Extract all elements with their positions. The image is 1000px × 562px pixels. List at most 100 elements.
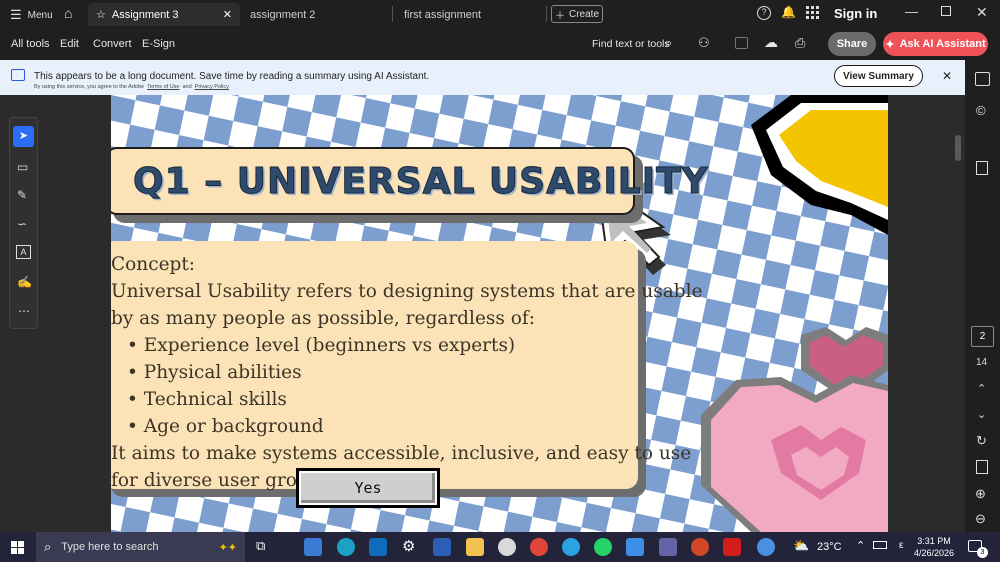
hamburger-icon: ☰ (10, 7, 22, 22)
next-page-icon[interactable]: ⌄ (977, 408, 986, 421)
tab-first-assignment[interactable]: first assignment (404, 3, 544, 26)
edit-menu[interactable]: Edit (60, 38, 79, 50)
file-explorer-icon[interactable] (466, 538, 484, 556)
outlook-icon[interactable] (369, 538, 387, 556)
comment-icon[interactable]: ▭ (17, 160, 28, 174)
title-bar: ☰ Menu ⌂ ☆ Assignment 3 ✕ assignment 2 f… (0, 0, 1000, 28)
ai-summary-banner: This appears to be a long document. Save… (0, 60, 965, 95)
comments-icon[interactable]: © (976, 103, 986, 118)
main-toolbar: All tools Edit Convert E-Sign Find text … (0, 28, 1000, 60)
clock-date: 4/26/2026 (914, 548, 955, 558)
task-view-icon[interactable]: ⧉ (256, 538, 265, 554)
close-tab-icon[interactable]: ✕ (223, 8, 232, 21)
ai-summary-icon (11, 69, 25, 81)
weather-temperature[interactable]: 23°C (817, 541, 842, 553)
terms-link[interactable]: Terms of Use (147, 84, 179, 90)
powerpoint-icon[interactable] (691, 538, 709, 556)
all-tools-menu[interactable]: All tools (11, 38, 50, 50)
clock-time: 3:31 PM (917, 536, 951, 546)
tab-assignment-2[interactable]: assignment 2 (250, 3, 390, 26)
sign-in-button[interactable]: Sign in (834, 6, 877, 21)
upload-cloud-icon[interactable]: ☁ (764, 34, 778, 51)
minimize-icon[interactable]: — (905, 4, 918, 19)
total-pages: 14 (976, 357, 988, 368)
extract-page-icon[interactable] (976, 460, 988, 474)
apps-grid-icon[interactable] (806, 6, 819, 19)
create-label: Create (568, 8, 599, 20)
esign-menu[interactable]: E-Sign (142, 38, 175, 50)
document-viewport: ➤ ▭ ✎ ∽ A ✍ ⋯ Q1 – UNIVERSAL USABILITY C… (0, 95, 965, 532)
ai-assistant-icon: ✦ (885, 38, 895, 51)
close-window-icon[interactable]: ✕ (976, 4, 988, 21)
weather-icon[interactable]: ⛅ (793, 538, 809, 554)
criteria-text: Experience level (beginners vs experts) (143, 335, 516, 356)
help-app-icon[interactable] (757, 538, 775, 556)
photos-icon[interactable] (626, 538, 644, 556)
right-rail: © 2 14 ⌃ ⌄ ↻ ⊕ ⊖ (965, 60, 1000, 532)
chrome-icon[interactable] (530, 538, 548, 556)
zoom-out-icon[interactable]: ⊖ (975, 511, 986, 527)
tab-assignment-3[interactable]: ☆ Assignment 3 ✕ (88, 3, 240, 26)
tray-chevron-icon[interactable]: ⌃ (856, 539, 865, 552)
select-tool-icon[interactable]: ➤ (13, 126, 34, 147)
print-icon[interactable]: ⎙ (795, 35, 805, 51)
bell-icon[interactable]: 🔔 (781, 5, 796, 19)
teams-icon[interactable] (659, 538, 677, 556)
maximize-icon[interactable] (941, 6, 951, 16)
draw-icon[interactable]: ∽ (17, 217, 27, 231)
view-summary-button[interactable]: View Summary (834, 65, 923, 87)
criteria-item: • Experience level (beginners vs experts… (127, 335, 516, 356)
ask-ai-assistant-button[interactable]: ✦ Ask AI Assistant (883, 32, 988, 56)
telegram-icon[interactable] (562, 538, 580, 556)
vertical-scrollbar[interactable] (953, 95, 963, 532)
pdf-page: Q1 – UNIVERSAL USABILITY Concept: Univer… (111, 95, 888, 532)
windows-start-icon[interactable] (11, 541, 24, 554)
whatsapp-icon[interactable] (594, 538, 612, 556)
share-button[interactable]: Share (828, 32, 876, 56)
close-banner-icon[interactable]: ✕ (942, 69, 952, 83)
highlight-pen-icon[interactable]: ✎ (17, 188, 27, 202)
create-button[interactable]: ＋ Create (551, 5, 603, 23)
tab-label: first assignment (404, 8, 482, 21)
clock[interactable]: 3:31 PM 4/26/2026 (914, 535, 954, 559)
home-icon[interactable]: ⌂ (64, 5, 72, 21)
convert-menu[interactable]: Convert (93, 38, 132, 50)
stamp-icon[interactable]: ✍ (17, 275, 32, 289)
find-tools-field[interactable]: Find text or tools (592, 38, 670, 50)
more-tools-icon[interactable]: ⋯ (18, 304, 30, 318)
slide-content-card: Concept: Universal Usability refers to d… (111, 241, 703, 491)
store-icon[interactable] (304, 538, 322, 556)
word-icon[interactable] (433, 538, 451, 556)
search-icon: ⌕ (44, 539, 52, 554)
previous-page-icon[interactable]: ⌃ (977, 382, 986, 395)
ai-tools-icon[interactable]: ⚇ (698, 35, 710, 51)
acrobat-icon[interactable] (723, 538, 741, 556)
save-icon[interactable] (735, 37, 748, 49)
rotate-icon[interactable]: ↻ (976, 433, 987, 449)
snipping-tool-icon[interactable] (498, 538, 516, 556)
yes-button[interactable]: Yes (296, 468, 440, 508)
star-icon[interactable]: ☆ (96, 8, 106, 21)
criteria-text: Physical abilities (143, 362, 302, 383)
zoom-in-icon[interactable]: ⊕ (975, 486, 986, 502)
criteria-text: Technical skills (143, 389, 287, 410)
privacy-link[interactable]: Privacy Policy (195, 84, 229, 90)
page-number-box[interactable]: 2 (971, 326, 994, 347)
closing-line: It aims to make systems accessible, incl… (111, 443, 692, 464)
taskbar-search-box[interactable]: ⌕ Type here to search ✦✦ (36, 532, 245, 562)
view-summary-label: View Summary (843, 70, 914, 82)
search-icon[interactable]: ⌕ (665, 35, 672, 51)
settings-icon[interactable]: ⚙ (402, 537, 415, 555)
slide-title-card: Q1 – UNIVERSAL USABILITY (111, 147, 708, 215)
help-icon[interactable]: ? (757, 6, 771, 20)
criteria-item: • Physical abilities (127, 362, 302, 383)
ai-chat-icon[interactable] (975, 72, 990, 86)
menu-button[interactable]: ☰ Menu (10, 7, 53, 23)
edge-icon[interactable] (337, 538, 355, 556)
scrollbar-thumb[interactable] (955, 135, 961, 161)
pages-icon[interactable] (976, 161, 988, 175)
language-icon[interactable]: ε (899, 540, 903, 551)
text-box-icon[interactable]: A (16, 245, 31, 259)
battery-icon[interactable] (873, 541, 887, 549)
windows-taskbar: ⌕ Type here to search ✦✦ ⧉ ⚙ ⛅ 23°C ⌃ ε … (0, 532, 1000, 562)
